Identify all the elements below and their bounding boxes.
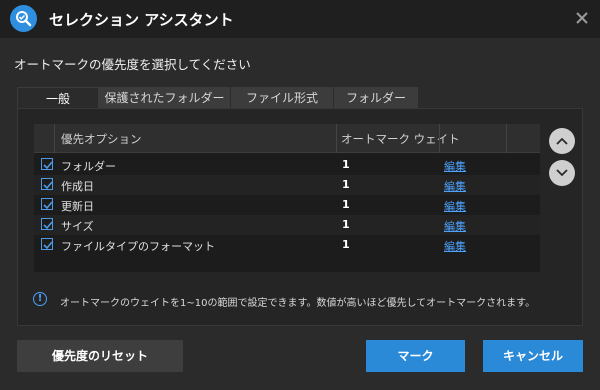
row-option-name: サイズ [61,220,94,233]
tab-general[interactable]: 一般 [17,87,99,109]
row-checkbox[interactable] [41,238,53,250]
window-title: セレクション アシスタント [49,11,234,29]
edit-link[interactable]: 編集 [444,218,466,234]
row-weight-value: 1 [342,238,350,251]
row-option-name: フォルダー [61,160,116,173]
checkmark-icon [43,181,53,190]
row-checkbox[interactable] [41,178,53,190]
column-divider [439,124,440,153]
edit-link[interactable]: 編集 [444,238,466,254]
title-bar: セレクション アシスタント [0,0,600,38]
row-checkbox[interactable] [41,218,53,230]
column-divider [506,124,507,153]
row-weight-value: 1 [342,178,350,191]
row-option-name: 更新日 [61,200,94,213]
edit-link[interactable]: 編集 [444,178,466,194]
checkmark-icon [43,221,53,230]
edit-link[interactable]: 編集 [444,198,466,214]
chevron-down-icon [556,169,568,177]
close-icon [576,12,588,24]
tab-folders[interactable]: フォルダー [334,87,419,109]
table-row: ファイルタイプのフォーマット 1 編集 [34,235,540,255]
row-checkbox[interactable] [41,198,53,210]
table-row: サイズ 1 編集 [34,215,540,235]
app-logo-icon [10,5,37,32]
move-down-button[interactable] [549,160,575,186]
table-header: 優先オプション オートマーク ウェイト [34,124,540,153]
row-weight-value: 1 [342,198,350,211]
checkmark-icon [43,201,53,210]
chevron-up-icon [556,137,568,145]
row-weight-value: 1 [342,158,350,171]
edit-link[interactable]: 編集 [444,158,466,174]
reset-priority-button[interactable]: 優先度のリセット [17,340,183,372]
column-divider [336,124,337,153]
instruction-text: オートマークの優先度を選択してください [14,57,251,72]
table-row: 作成日 1 編集 [34,175,540,195]
info-icon: ! [33,292,47,306]
tab-protected-folders[interactable]: 保護されたフォルダー [99,87,231,109]
checkmark-icon [43,161,53,170]
checkmark-icon [43,241,53,250]
cancel-button[interactable]: キャンセル [483,340,583,372]
table-row: フォルダー 1 編集 [34,155,540,175]
row-option-name: ファイルタイプのフォーマット [61,240,215,253]
info-message: オートマークのウェイトを1~10の範囲で設定できます。数値が高いほど優先してオー… [60,298,536,309]
mark-button[interactable]: マーク [366,340,465,372]
row-option-name: 作成日 [61,180,94,193]
header-automark-weight: オートマーク ウェイト [341,132,460,146]
column-divider [54,124,55,153]
move-up-button[interactable] [549,128,575,154]
tab-file-types[interactable]: ファイル形式 [231,87,334,109]
row-checkbox[interactable] [41,158,53,170]
row-weight-value: 1 [342,218,350,231]
header-priority-option: 優先オプション [61,132,142,146]
close-button[interactable] [572,8,592,28]
table-row: 更新日 1 編集 [34,195,540,215]
priority-table: 優先オプション オートマーク ウェイト フォルダー 1 編集 作成日 1 編集 … [34,124,540,272]
